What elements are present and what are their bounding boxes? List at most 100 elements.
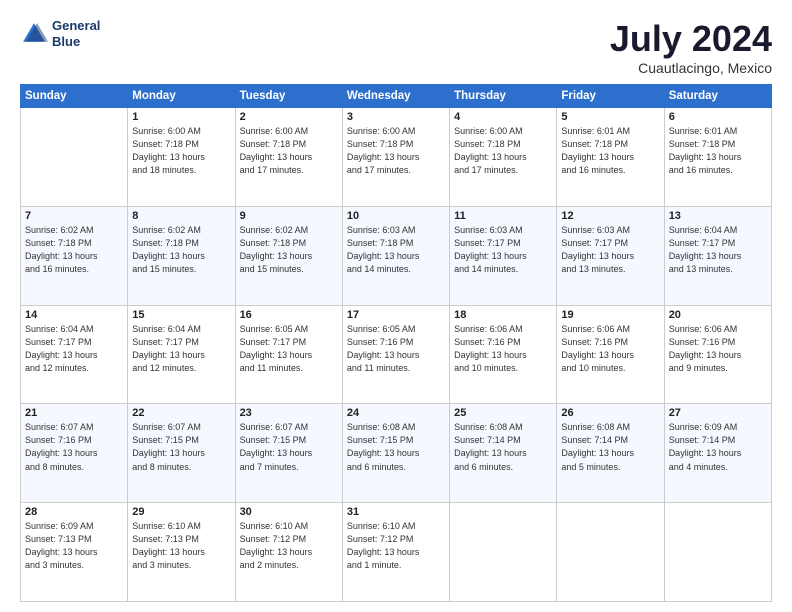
- main-title: July 2024: [610, 18, 772, 60]
- day-number: 2: [240, 111, 338, 123]
- day-number: 25: [454, 407, 552, 419]
- calendar-cell: [450, 503, 557, 602]
- calendar-cell: 13 Sunrise: 6:04 AM Sunset: 7:17 PM Dayli…: [664, 206, 771, 305]
- day-info: Sunrise: 6:04 AM Sunset: 7:17 PM Dayligh…: [669, 224, 767, 276]
- day-info: Sunrise: 6:02 AM Sunset: 7:18 PM Dayligh…: [25, 224, 123, 276]
- day-info: Sunrise: 6:08 AM Sunset: 7:15 PM Dayligh…: [347, 421, 445, 473]
- calendar-cell: 22Sunrise: 6:07 AM Sunset: 7:15 PM Dayli…: [128, 404, 235, 503]
- day-number: 11: [454, 210, 552, 222]
- day-number: 10: [347, 210, 445, 222]
- day-info: Sunrise: 6:06 AM Sunset: 7:16 PM Dayligh…: [561, 323, 659, 375]
- calendar-cell: 26 Sunrise: 6:08 AM Sunset: 7:14 PM Dayli…: [557, 404, 664, 503]
- day-info: Sunrise: 6:04 AM Sunset: 7:17 PM Dayligh…: [25, 323, 123, 375]
- day-number: 29: [132, 506, 230, 518]
- day-info: Sunrise: 6:08 AM Sunset: 7:14 PM Dayligh…: [561, 421, 659, 473]
- calendar-cell: 8 Sunrise: 6:02 AM Sunset: 7:18 PM Daylig…: [128, 206, 235, 305]
- week-row-1: 1Sunrise: 6:00 AM Sunset: 7:18 PM Daylig…: [21, 108, 772, 207]
- day-number: 13: [669, 210, 767, 222]
- day-info: Sunrise: 6:07 AM Sunset: 7:15 PM Dayligh…: [240, 421, 338, 473]
- day-info: Sunrise: 6:03 AM Sunset: 7:17 PM Dayligh…: [561, 224, 659, 276]
- day-number: 20: [669, 309, 767, 321]
- day-number: 23: [240, 407, 338, 419]
- calendar-cell: 9 Sunrise: 6:02 AM Sunset: 7:18 PM Daylig…: [235, 206, 342, 305]
- calendar-cell: 12Sunrise: 6:03 AM Sunset: 7:17 PM Dayli…: [557, 206, 664, 305]
- logo-icon: [20, 20, 48, 48]
- day-info: Sunrise: 6:01 AM Sunset: 7:18 PM Dayligh…: [669, 125, 767, 177]
- calendar-cell: 21 Sunrise: 6:07 AM Sunset: 7:16 PM Dayli…: [21, 404, 128, 503]
- day-info: Sunrise: 6:06 AM Sunset: 7:16 PM Dayligh…: [454, 323, 552, 375]
- calendar-cell: 15 Sunrise: 6:04 AM Sunset: 7:17 PM Dayli…: [128, 305, 235, 404]
- calendar-cell: 19 Sunrise: 6:06 AM Sunset: 7:16 PM Dayli…: [557, 305, 664, 404]
- week-row-4: 21 Sunrise: 6:07 AM Sunset: 7:16 PM Dayli…: [21, 404, 772, 503]
- day-number: 19: [561, 309, 659, 321]
- day-number: 17: [347, 309, 445, 321]
- weekday-header-saturday: Saturday: [664, 85, 771, 108]
- weekday-header-row: SundayMondayTuesdayWednesdayThursdayFrid…: [21, 85, 772, 108]
- day-info: Sunrise: 6:08 AM Sunset: 7:14 PM Dayligh…: [454, 421, 552, 473]
- calendar-cell: 7 Sunrise: 6:02 AM Sunset: 7:18 PM Daylig…: [21, 206, 128, 305]
- calendar-cell: 20Sunrise: 6:06 AM Sunset: 7:16 PM Dayli…: [664, 305, 771, 404]
- day-number: 18: [454, 309, 552, 321]
- calendar-cell: 14Sunrise: 6:04 AM Sunset: 7:17 PM Dayli…: [21, 305, 128, 404]
- calendar-cell: [21, 108, 128, 207]
- day-info: Sunrise: 6:00 AM Sunset: 7:18 PM Dayligh…: [347, 125, 445, 177]
- calendar-cell: 2 Sunrise: 6:00 AM Sunset: 7:18 PM Daylig…: [235, 108, 342, 207]
- calendar-cell: [664, 503, 771, 602]
- day-number: 16: [240, 309, 338, 321]
- calendar-cell: 27Sunrise: 6:09 AM Sunset: 7:14 PM Dayli…: [664, 404, 771, 503]
- calendar-cell: 10Sunrise: 6:03 AM Sunset: 7:18 PM Dayli…: [342, 206, 449, 305]
- day-info: Sunrise: 6:04 AM Sunset: 7:17 PM Dayligh…: [132, 323, 230, 375]
- day-info: Sunrise: 6:00 AM Sunset: 7:18 PM Dayligh…: [240, 125, 338, 177]
- day-info: Sunrise: 6:02 AM Sunset: 7:18 PM Dayligh…: [132, 224, 230, 276]
- subtitle: Cuautlacingo, Mexico: [610, 60, 772, 76]
- day-number: 30: [240, 506, 338, 518]
- day-info: Sunrise: 6:09 AM Sunset: 7:14 PM Dayligh…: [669, 421, 767, 473]
- day-info: Sunrise: 6:00 AM Sunset: 7:18 PM Dayligh…: [132, 125, 230, 177]
- day-number: 31: [347, 506, 445, 518]
- calendar-cell: 16Sunrise: 6:05 AM Sunset: 7:17 PM Dayli…: [235, 305, 342, 404]
- day-number: 15: [132, 309, 230, 321]
- header: General Blue July 2024 Cuautlacingo, Mex…: [20, 18, 772, 76]
- calendar-cell: 6 Sunrise: 6:01 AM Sunset: 7:18 PM Daylig…: [664, 108, 771, 207]
- day-info: Sunrise: 6:01 AM Sunset: 7:18 PM Dayligh…: [561, 125, 659, 177]
- calendar-cell: 31Sunrise: 6:10 AM Sunset: 7:12 PM Dayli…: [342, 503, 449, 602]
- day-number: 7: [25, 210, 123, 222]
- calendar-cell: 30 Sunrise: 6:10 AM Sunset: 7:12 PM Dayli…: [235, 503, 342, 602]
- calendar-cell: 1Sunrise: 6:00 AM Sunset: 7:18 PM Daylig…: [128, 108, 235, 207]
- day-info: Sunrise: 6:10 AM Sunset: 7:13 PM Dayligh…: [132, 520, 230, 572]
- weekday-header-thursday: Thursday: [450, 85, 557, 108]
- day-info: Sunrise: 6:09 AM Sunset: 7:13 PM Dayligh…: [25, 520, 123, 572]
- week-row-2: 7 Sunrise: 6:02 AM Sunset: 7:18 PM Daylig…: [21, 206, 772, 305]
- weekday-header-wednesday: Wednesday: [342, 85, 449, 108]
- logo: General Blue: [20, 18, 100, 49]
- day-info: Sunrise: 6:03 AM Sunset: 7:17 PM Dayligh…: [454, 224, 552, 276]
- title-block: July 2024 Cuautlacingo, Mexico: [610, 18, 772, 76]
- calendar-cell: 29 Sunrise: 6:10 AM Sunset: 7:13 PM Dayli…: [128, 503, 235, 602]
- day-info: Sunrise: 6:07 AM Sunset: 7:16 PM Dayligh…: [25, 421, 123, 473]
- day-info: Sunrise: 6:05 AM Sunset: 7:16 PM Dayligh…: [347, 323, 445, 375]
- calendar-cell: 4 Sunrise: 6:00 AM Sunset: 7:18 PM Daylig…: [450, 108, 557, 207]
- logo-text: General Blue: [52, 18, 100, 49]
- calendar-cell: 17 Sunrise: 6:05 AM Sunset: 7:16 PM Dayli…: [342, 305, 449, 404]
- day-number: 4: [454, 111, 552, 123]
- weekday-header-friday: Friday: [557, 85, 664, 108]
- calendar-cell: 18 Sunrise: 6:06 AM Sunset: 7:16 PM Dayli…: [450, 305, 557, 404]
- weekday-header-sunday: Sunday: [21, 85, 128, 108]
- day-info: Sunrise: 6:02 AM Sunset: 7:18 PM Dayligh…: [240, 224, 338, 276]
- day-number: 8: [132, 210, 230, 222]
- day-info: Sunrise: 6:10 AM Sunset: 7:12 PM Dayligh…: [240, 520, 338, 572]
- day-number: 26: [561, 407, 659, 419]
- calendar-cell: 5 Sunrise: 6:01 AM Sunset: 7:18 PM Daylig…: [557, 108, 664, 207]
- day-number: 6: [669, 111, 767, 123]
- day-number: 5: [561, 111, 659, 123]
- calendar-cell: 23 Sunrise: 6:07 AM Sunset: 7:15 PM Dayli…: [235, 404, 342, 503]
- calendar-cell: 28 Sunrise: 6:09 AM Sunset: 7:13 PM Dayli…: [21, 503, 128, 602]
- day-info: Sunrise: 6:07 AM Sunset: 7:15 PM Dayligh…: [132, 421, 230, 473]
- day-number: 21: [25, 407, 123, 419]
- page: General Blue July 2024 Cuautlacingo, Mex…: [0, 0, 792, 612]
- calendar-table: SundayMondayTuesdayWednesdayThursdayFrid…: [20, 84, 772, 602]
- day-number: 9: [240, 210, 338, 222]
- calendar-cell: 3Sunrise: 6:00 AM Sunset: 7:18 PM Daylig…: [342, 108, 449, 207]
- day-info: Sunrise: 6:00 AM Sunset: 7:18 PM Dayligh…: [454, 125, 552, 177]
- day-number: 28: [25, 506, 123, 518]
